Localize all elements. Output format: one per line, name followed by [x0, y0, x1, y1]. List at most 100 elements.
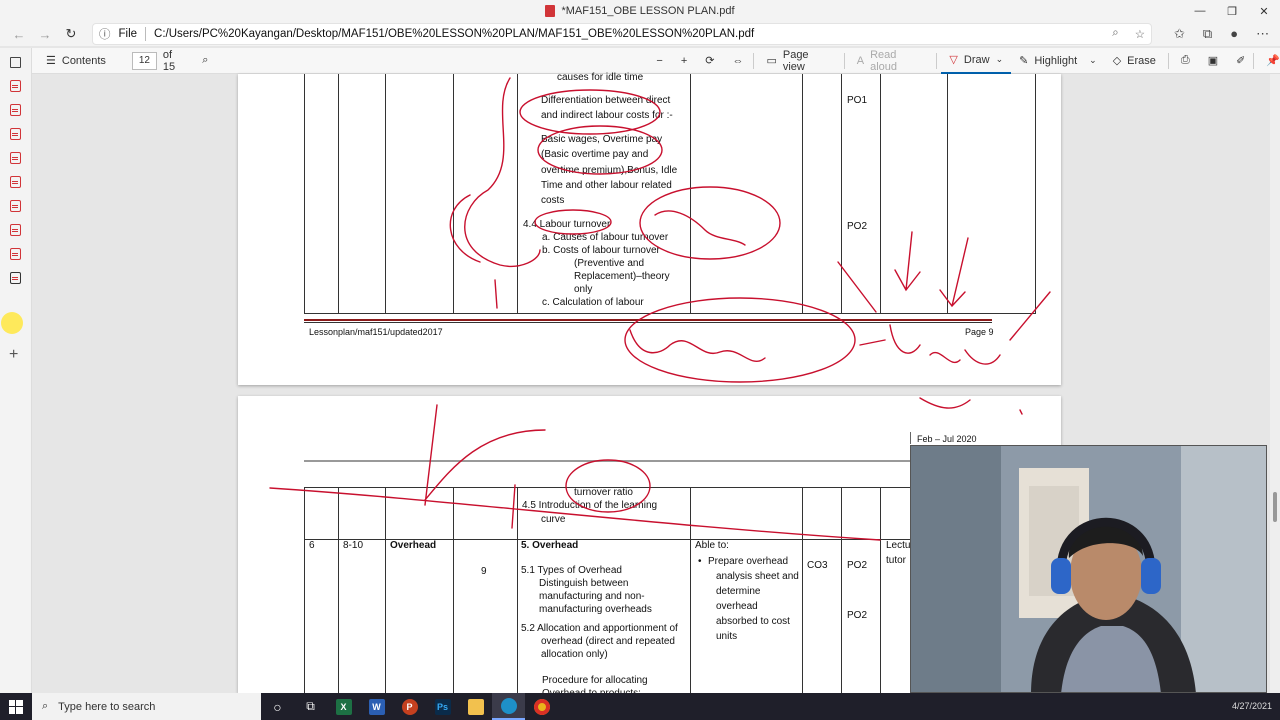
excel-icon[interactable]: X — [327, 693, 360, 720]
pdf-tab-icon[interactable] — [10, 200, 21, 212]
system-tray[interactable]: 4/27/2021 — [1232, 701, 1280, 712]
page-view-label: Page view — [782, 48, 809, 73]
draw-label: Draw — [963, 53, 990, 66]
info-icon[interactable]: ⓘ — [99, 26, 111, 42]
fit-page-icon[interactable]: ⇔ — [732, 55, 743, 67]
read-aloud-button[interactable]: A Read aloud — [849, 49, 933, 73]
photoshop-icon[interactable]: Ps — [426, 693, 459, 720]
save-icon[interactable]: ▣ — [1208, 54, 1218, 67]
cortana-icon[interactable]: ○ — [261, 693, 294, 720]
content-line: Basic wages, Overtime pay — [541, 134, 663, 145]
favorites-icon[interactable]: ✩ — [1174, 26, 1185, 42]
po-code: PO2 — [847, 560, 868, 571]
highlight-icon: ✎ — [1019, 55, 1029, 67]
pdf-tab-icon-active[interactable] — [10, 272, 21, 284]
zoom-icon[interactable]: ⌕ — [1112, 27, 1118, 41]
outcome-line: determine — [716, 586, 761, 597]
table-border — [385, 74, 386, 314]
taskbar-search-input[interactable]: ⌕ Type here to search — [32, 693, 261, 720]
pdf-tab-icon[interactable] — [10, 248, 21, 260]
start-button[interactable] — [0, 699, 32, 714]
header-mark — [910, 432, 911, 444]
chevron-down-icon[interactable]: ⌄ — [1089, 55, 1097, 66]
zoom-in-icon[interactable]: + — [681, 55, 687, 67]
window-titlebar: *MAF151_OBE LESSON PLAN.pdf — ❐ ✕ — [0, 0, 1280, 22]
toolbar-divider — [843, 52, 845, 69]
address-input[interactable]: ⓘ File C:/Users/PC%20Kayangan/Desktop/MA… — [92, 23, 1152, 45]
pdf-tab-icon[interactable] — [10, 152, 21, 164]
zoom-out-icon[interactable]: − — [656, 55, 662, 67]
find-icon[interactable]: ⌕ — [202, 54, 208, 67]
edge-icon[interactable] — [492, 693, 525, 720]
highlight-label: Highlight — [1034, 54, 1078, 67]
page-number-input[interactable]: 12 — [131, 51, 157, 70]
outcome-line: units — [716, 631, 738, 642]
chrome-icon[interactable] — [525, 693, 558, 720]
pdf-tab-icon[interactable] — [10, 80, 21, 92]
page-view-button[interactable]: ▭ Page view — [758, 49, 839, 73]
content-line: and indirect labour costs for :- — [541, 110, 673, 121]
more-menu-icon[interactable]: ⋯ — [1256, 26, 1269, 42]
table-border — [338, 487, 339, 693]
content-line: overtime premium),Bonus, Idle — [541, 165, 678, 176]
content-line: allocation only) — [541, 649, 608, 660]
pdf-tab-icon[interactable] — [10, 104, 21, 116]
scrollbar-thumb[interactable] — [1273, 492, 1277, 522]
pin-toolbar-icon[interactable]: 📌 — [1266, 54, 1280, 67]
read-aloud-label: Read aloud — [870, 48, 898, 73]
bullet-icon: • — [698, 556, 702, 567]
collections-icon[interactable]: ⧉ — [1203, 26, 1212, 42]
table-border — [304, 487, 305, 693]
table-border — [802, 74, 803, 314]
outcome-line: absorbed to cost — [716, 616, 790, 627]
pdf-page: causes for idle time Differentiation bet… — [238, 72, 1061, 385]
contents-icon: ☰ — [46, 55, 56, 67]
vertical-tabs-sidebar: + — [0, 48, 32, 693]
tab-actions-icon[interactable] — [10, 57, 21, 68]
rotate-icon[interactable]: ⟳ — [705, 54, 714, 67]
pdf-tab-icon[interactable] — [10, 224, 21, 236]
profile-avatar[interactable]: ● — [1230, 26, 1238, 42]
file-explorer-icon[interactable] — [459, 693, 492, 720]
po-code: PO2 — [847, 221, 868, 232]
contents-button[interactable]: ☰ Contents — [38, 54, 114, 68]
favorite-star-icon[interactable]: ☆ — [1135, 27, 1145, 41]
co-code: CO3 — [807, 560, 828, 571]
footer-left: Lessonplan/maf151/updated2017 — [309, 327, 443, 337]
draw-button[interactable]: ▽ Draw ⌄ — [941, 48, 1012, 74]
windows-logo-icon — [9, 699, 23, 714]
highlight-button[interactable]: ✎ Highlight ⌄ — [1011, 54, 1105, 68]
task-view-icon[interactable]: ⧉ — [294, 693, 327, 720]
content-line: 4.5 Introduction of the learning — [522, 500, 658, 511]
word-icon[interactable]: W — [360, 693, 393, 720]
content-line: costs — [541, 195, 565, 206]
restore-button[interactable]: ❐ — [1216, 0, 1248, 22]
pdf-tab-icon[interactable] — [10, 176, 21, 188]
vertical-scrollbar[interactable] — [1270, 74, 1280, 693]
page-view-icon: ▭ — [766, 55, 777, 67]
minimize-button[interactable]: — — [1184, 0, 1216, 22]
refresh-button[interactable]: ↻ — [58, 26, 84, 42]
back-button[interactable]: ← — [6, 27, 32, 42]
print-icon[interactable]: ⎙ — [1181, 54, 1190, 67]
table-border — [338, 74, 339, 314]
address-bar-row: ← → ↻ ⓘ File C:/Users/PC%20Kayangan/Desk… — [0, 22, 1280, 46]
table-border — [690, 487, 691, 693]
close-button[interactable]: ✕ — [1248, 0, 1280, 22]
content-line: Differentiation between direct — [541, 95, 671, 106]
erase-button[interactable]: ◇ Erase — [1105, 54, 1164, 68]
table-border — [517, 74, 518, 314]
powerpoint-icon[interactable]: P — [393, 693, 426, 720]
webcam-overlay — [910, 445, 1267, 693]
save-as-icon[interactable]: ✐ — [1236, 54, 1245, 67]
window-controls: — ❐ ✕ — [1184, 0, 1280, 22]
pdf-tab-icon[interactable] — [10, 128, 21, 140]
chevron-down-icon[interactable]: ⌄ — [996, 54, 1004, 65]
forward-button[interactable]: → — [32, 27, 58, 42]
content-line: causes for idle time — [557, 72, 644, 83]
table-border — [517, 487, 518, 693]
tray-date: 4/27/2021 — [1231, 701, 1272, 711]
table-border — [841, 74, 842, 314]
new-tab-icon[interactable]: + — [9, 346, 18, 364]
footer-rule — [304, 319, 992, 323]
